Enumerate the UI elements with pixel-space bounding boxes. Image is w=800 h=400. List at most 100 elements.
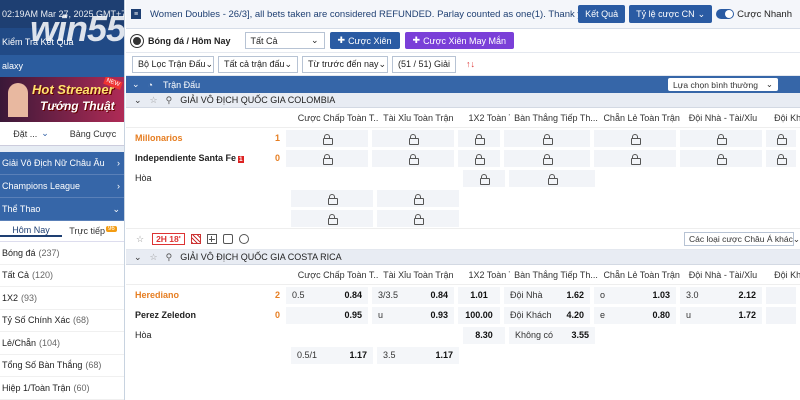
- lock-icon: [543, 133, 553, 145]
- odds-cell[interactable]: [377, 189, 459, 207]
- odds-cell[interactable]: [594, 129, 676, 147]
- odds-cell[interactable]: 3.5 1.17: [377, 346, 459, 364]
- star-icon[interactable]: ☆: [136, 234, 144, 245]
- odds-cell[interactable]: u 0.93: [372, 306, 454, 324]
- odds-cell[interactable]: [766, 306, 796, 324]
- odds-cell[interactable]: [458, 129, 500, 147]
- sidebar-item-ht-ft[interactable]: Hiệp 1/Toàn Trận (60): [0, 377, 124, 400]
- all-matches-select[interactable]: Tất cả trận đấu ⌄: [218, 55, 298, 73]
- sidebar-section-champions-league[interactable]: Champions League ›: [0, 175, 124, 198]
- odds-cell[interactable]: [504, 149, 590, 167]
- market-select[interactable]: Tất Cả ⌄: [244, 32, 325, 49]
- odds-cell[interactable]: [291, 189, 373, 207]
- odds-cell[interactable]: 0.5/1 1.17: [291, 346, 373, 364]
- section-label: Champions League: [2, 181, 81, 191]
- odds-cells: 0.95 u 0.93 100.00 Đội Khách 4.20 e 0.80 u 1…: [286, 306, 800, 324]
- check-results-link[interactable]: Kiểm Tra Kết Quả: [0, 28, 124, 55]
- sort-icon[interactable]: ↑↓: [466, 59, 475, 69]
- stats-icon[interactable]: ⚲: [166, 252, 173, 263]
- odds-cell[interactable]: [372, 129, 454, 147]
- odds-cell[interactable]: [286, 149, 368, 167]
- odds-cell[interactable]: [504, 129, 590, 147]
- odds-cell[interactable]: 100.00: [458, 306, 500, 324]
- league-header-costa-rica[interactable]: ⌄ ☆ ⚲ GIẢI VÔ ĐỊCH QUỐC GIA COSTA RICA: [126, 250, 800, 265]
- selection-type-select[interactable]: Lựa chọn bình thường ⌄: [668, 78, 778, 91]
- odds-cell[interactable]: 1.01: [458, 286, 500, 304]
- stats-icon[interactable]: ⚲: [166, 95, 173, 106]
- chevron-down-icon[interactable]: ⌄: [132, 79, 140, 90]
- odds-cell[interactable]: [463, 169, 505, 187]
- away-team: Perez Zeledon 0: [126, 310, 286, 320]
- chevron-down-icon: ⌄: [112, 203, 120, 214]
- live-stream-icon[interactable]: [190, 234, 201, 244]
- odds-cell[interactable]: [680, 149, 762, 167]
- odds-cell[interactable]: Đội Nhà 1.62: [504, 286, 590, 304]
- odds-line: o: [600, 290, 606, 300]
- odds-cell[interactable]: [458, 149, 500, 167]
- item-count: (93): [21, 292, 38, 303]
- sidebar-item-odd-even[interactable]: Lẻ/Chẵn (104): [0, 332, 124, 355]
- odds-cell[interactable]: o 1.03: [594, 286, 676, 304]
- chevron-down-icon: ⌄: [205, 58, 214, 69]
- lock-icon: [777, 153, 787, 165]
- star-icon[interactable]: ☆: [150, 252, 158, 263]
- other-bet-types-select[interactable]: Các loại cược Châu Á khác ⌄: [684, 232, 800, 246]
- odds-cell[interactable]: [680, 129, 762, 147]
- odds-cell[interactable]: 0.5 0.84: [286, 286, 368, 304]
- fast-bet-toggle[interactable]: [716, 9, 735, 19]
- league-header-colombia[interactable]: ⌄ ☆ ⚲ GIẢI VÔ ĐỊCH QUỐC GIA COLOMBIA: [126, 93, 800, 108]
- match-filter-select[interactable]: Bộ Lọc Trận Đấu ⌄: [132, 55, 214, 73]
- refresh-icon[interactable]: [238, 234, 249, 244]
- odds-cell[interactable]: [766, 149, 796, 167]
- odds-cell[interactable]: [291, 209, 373, 227]
- tab-bang-cuoc[interactable]: Bảng Cược: [62, 129, 124, 139]
- chevron-down-icon: ⌄: [310, 35, 319, 45]
- sidebar-item-1x2[interactable]: 1X2 (93): [0, 287, 124, 310]
- odds-cell[interactable]: [377, 209, 459, 227]
- odds-cell[interactable]: e 0.80: [594, 306, 676, 324]
- table-row: [126, 208, 800, 228]
- odds-cell[interactable]: [372, 149, 454, 167]
- tab-live[interactable]: Trực tiếp 96: [62, 226, 124, 236]
- streamer-banner[interactable]: Hot Streamer Tướng Thuật NEW: [0, 77, 124, 122]
- tab-today[interactable]: Hôm Nay: [0, 225, 62, 237]
- sidebar-section-sports[interactable]: Thể Thao ⌄: [0, 198, 124, 221]
- odds-cell[interactable]: 0.95: [286, 306, 368, 324]
- add-icon[interactable]: [206, 234, 217, 244]
- parlay-button[interactable]: ✚ Cược Xiên: [329, 32, 400, 49]
- odds-cell[interactable]: [286, 129, 368, 147]
- lock-icon: [717, 133, 727, 145]
- odds-cell[interactable]: 3/3.5 0.84: [372, 286, 454, 304]
- odds-cell[interactable]: Đội Khách 4.20: [504, 306, 590, 324]
- sidebar-section-women-euro[interactable]: Giải Vô Địch Nữ Châu Âu ›: [0, 152, 124, 175]
- time-range-select[interactable]: Từ trước đến nay ⌄: [302, 55, 388, 73]
- galaxy-link[interactable]: alaxy: [0, 55, 124, 77]
- odds-line: 3.0: [686, 290, 699, 300]
- sidebar-item-correct-score[interactable]: Tỷ Số Chính Xác (68): [0, 310, 124, 332]
- tab-dat[interactable]: Đặt ... ⌄: [0, 128, 62, 139]
- odds-cell[interactable]: [766, 286, 796, 304]
- star-icon[interactable]: ☆: [150, 95, 158, 106]
- odds-cell[interactable]: u 1.72: [680, 306, 762, 324]
- league-count-button[interactable]: (51 / 51) Giải: [392, 55, 456, 73]
- odds-line: u: [378, 310, 384, 320]
- odds-cell[interactable]: 3.0 2.12: [680, 286, 762, 304]
- column-header: Chẵn Lẻ Toàn Trận: [603, 112, 680, 123]
- stats-icon[interactable]: [222, 234, 233, 244]
- odds-cell[interactable]: Không có 3.55: [509, 326, 595, 344]
- odds-line: 0.5/1: [297, 350, 318, 360]
- odds-type-button[interactable]: Tỷ lệ cược CN ⌄: [629, 5, 713, 23]
- odds-cell[interactable]: [766, 129, 796, 147]
- odds-cell[interactable]: [594, 149, 676, 167]
- lucky-parlay-button[interactable]: ✚ Cược Xiên May Mắn: [404, 32, 515, 49]
- team-name: Perez Zeledon: [135, 310, 197, 320]
- sidebar-item-soccer[interactable]: Bóng đá (237): [0, 242, 124, 265]
- item-count: (104): [39, 337, 61, 348]
- lucky-parlay-label: Cược Xiên May Mắn: [423, 35, 507, 46]
- draw-label: Hòa: [135, 173, 152, 183]
- odds-cell[interactable]: [509, 169, 595, 187]
- sidebar-item-total-goals[interactable]: Tổng Số Bàn Thắng (68): [0, 355, 124, 377]
- sidebar-item-all[interactable]: Tất Cả (120): [0, 265, 124, 287]
- odds-cell[interactable]: 8.30: [463, 326, 505, 344]
- results-button[interactable]: Kết Quả: [578, 5, 626, 23]
